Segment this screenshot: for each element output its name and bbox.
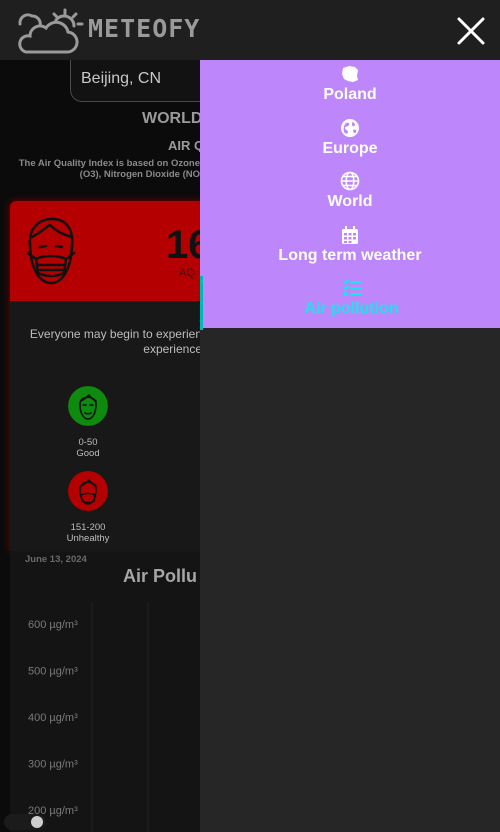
list-icon xyxy=(342,279,362,296)
poland-map-icon xyxy=(342,66,358,82)
aqi-legend-label: Unhealthy xyxy=(66,533,110,544)
globe-icon xyxy=(340,171,360,191)
theme-toggle-knob[interactable] xyxy=(31,816,43,828)
globe-europe-icon xyxy=(341,119,359,137)
nav-item-air-pollution[interactable]: Air pollution xyxy=(200,276,500,330)
chart-y-tick-label: 500 µg/m³ xyxy=(28,666,78,678)
nav-item-label: Europe xyxy=(322,140,378,157)
aqi-description: The Air Quality Index is based on Ozone … xyxy=(18,158,200,180)
face-mask-unhealthy-icon xyxy=(68,471,108,511)
aqi-card: 16 AQ Everyone may begin to experien exp… xyxy=(10,201,210,551)
chart-y-tick-label: 400 µg/m³ xyxy=(28,712,78,724)
chart-y-tick-label: 600 µg/m³ xyxy=(28,619,78,631)
aqi-legend-good: 0-50 Good xyxy=(53,386,123,459)
nav-item-label: World xyxy=(327,193,373,210)
aqi-legend-label: Good xyxy=(76,448,100,459)
nav-item-label: Air pollution xyxy=(304,300,399,317)
nav-item-label: Poland xyxy=(323,86,377,103)
air-pollution-chart: June 13, 2024 Air Pollu 600 µg/m³ 500 µg/… xyxy=(10,552,200,832)
aqi-legend-range: 151-200 xyxy=(70,522,106,533)
aqi-health-message: Everyone may begin to experien experienc… xyxy=(29,327,202,356)
aqi-banner: 16 AQ xyxy=(10,201,210,301)
nav-item-europe[interactable]: Europe xyxy=(200,116,500,170)
logo-cloud-sun-icon[interactable] xyxy=(12,8,86,56)
nav-item-long-term-weather[interactable]: Long term weather xyxy=(200,223,500,277)
chart-date: June 13, 2024 xyxy=(25,554,87,565)
aqi-legend-range: 0-50 xyxy=(78,437,98,448)
page-title: WORLD xyxy=(142,110,203,127)
nav-menu: Poland Europe World Long term weather Ai… xyxy=(200,60,500,330)
app-header: METEOFY xyxy=(0,0,500,60)
face-good-icon xyxy=(68,386,108,426)
face-mask-icon xyxy=(26,217,76,285)
aqi-unit: AQ xyxy=(179,267,195,279)
page-subtitle: AIR Q xyxy=(168,138,205,153)
theme-toggle[interactable] xyxy=(4,814,46,830)
nav-item-world[interactable]: World xyxy=(200,169,500,223)
logo-text[interactable]: METEOFY xyxy=(88,14,200,43)
nav-item-label: Long term weather xyxy=(278,247,422,264)
nav-overlay: Poland Europe World Long term weather Ai… xyxy=(200,60,500,832)
nav-item-poland[interactable]: Poland xyxy=(200,62,500,116)
calendar-icon xyxy=(342,226,358,244)
chart-plot: 600 µg/m³500 µg/m³400 µg/m³300 µg/m³200 … xyxy=(28,602,149,832)
chart-y-tick-label: 300 µg/m³ xyxy=(28,759,78,771)
aqi-legend-unhealthy: 151-200 Unhealthy xyxy=(53,471,123,544)
close-menu-icon[interactable] xyxy=(454,14,488,48)
